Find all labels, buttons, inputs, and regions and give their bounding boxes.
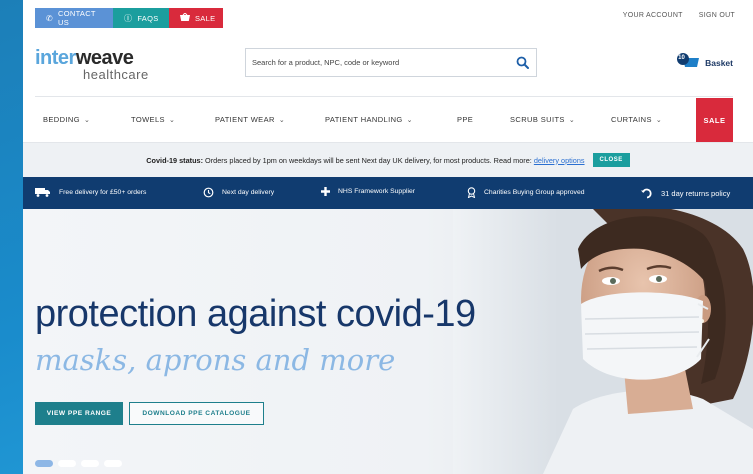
- header: interweave healthcare Search for a produ…: [23, 30, 753, 96]
- chevron-down-icon: ⌄: [83, 116, 91, 124]
- main-nav: BEDDING ⌄ TOWELS ⌄ PATIENT WEAR ⌄ PATIENT H…: [35, 96, 733, 143]
- nav-label: PATIENT WEAR: [215, 115, 275, 124]
- hero-banner: protection against covid-19 masks, apron…: [23, 209, 753, 474]
- search-input[interactable]: Search for a product, NPC, code or keywo…: [246, 58, 508, 67]
- slide-dot-4[interactable]: [104, 460, 122, 467]
- close-banner-button[interactable]: CLOSE: [592, 153, 630, 167]
- truck-icon: [35, 187, 51, 197]
- nav-item-ppe[interactable]: PPE: [457, 115, 473, 124]
- logo-subtitle: healthcare: [83, 67, 149, 82]
- hero-subtitle: masks, aprons and more: [35, 343, 396, 377]
- feature-label: 31 day returns policy: [661, 188, 731, 198]
- phone-icon: ✆: [46, 13, 54, 23]
- award-icon: [467, 187, 476, 198]
- faqs-label: FAQS: [137, 13, 159, 23]
- hero-buttons: VIEW PPE RANGE DOWNLOAD PPE CATALOGUE: [35, 402, 264, 425]
- top-utility-bar: ✆ CONTACT US ⓘ FAQS SALE YOUR ACCOUNT SI…: [23, 0, 753, 30]
- slide-dot-1[interactable]: [35, 460, 53, 467]
- feature-returns: 31 day returns policy: [641, 187, 730, 199]
- sign-out-link[interactable]: SIGN OUT: [699, 12, 735, 19]
- nav-item-patient-handling[interactable]: PATIENT HANDLING ⌄: [325, 115, 413, 124]
- nav-label: PPE: [457, 115, 474, 124]
- hero-photo-woman-mask: [453, 209, 753, 474]
- covid-message-text: Orders placed by 1pm on weekdays will be…: [203, 155, 534, 165]
- return-icon: [641, 187, 653, 199]
- features-bar: Free delivery for £50+ orders Next day d…: [23, 177, 753, 209]
- feature-label: Next day delivery: [222, 189, 275, 196]
- chevron-down-icon: ⌄: [278, 116, 286, 124]
- nav-item-scrub-suits[interactable]: SCRUB SUITS ⌄: [510, 115, 575, 124]
- chevron-down-icon: ⌄: [655, 116, 663, 124]
- logo[interactable]: interweave healthcare: [35, 48, 149, 81]
- nav-item-sale[interactable]: SALE: [696, 98, 733, 143]
- nav-label: CURTAINS: [611, 115, 652, 124]
- slide-dot-3[interactable]: [81, 460, 99, 467]
- basket-icon: [180, 12, 190, 23]
- feature-label: Charities Buying Group approved: [484, 189, 585, 196]
- feature-nhs: NHS Framework Supplier: [321, 187, 415, 196]
- nav-label: SCRUB SUITS: [510, 115, 565, 124]
- nav-item-patient-wear[interactable]: PATIENT WEAR ⌄: [215, 115, 285, 124]
- basket-icon: 10: [677, 53, 700, 72]
- nav-item-curtains[interactable]: CURTAINS ⌄: [611, 115, 662, 124]
- sale-top-button[interactable]: SALE: [169, 8, 223, 28]
- nav-label: PATIENT HANDLING: [325, 115, 403, 124]
- contact-us-button[interactable]: ✆ CONTACT US: [35, 8, 113, 28]
- search-box[interactable]: Search for a product, NPC, code or keywo…: [245, 48, 537, 77]
- nav-label: BEDDING: [43, 115, 80, 124]
- basket[interactable]: 10 Basket: [677, 53, 733, 72]
- account-links: YOUR ACCOUNT SIGN OUT: [623, 12, 735, 19]
- clock-icon: [203, 187, 214, 198]
- basket-count-badge: 10: [678, 55, 685, 61]
- download-ppe-catalogue-button[interactable]: DOWNLOAD PPE CATALOGUE: [129, 402, 264, 425]
- nav-item-towels[interactable]: TOWELS ⌄: [131, 115, 175, 124]
- logo-part1: inter: [35, 47, 76, 69]
- chevron-down-icon: ⌄: [406, 116, 413, 124]
- hero-title: protection against covid-19: [35, 293, 476, 335]
- your-account-link[interactable]: YOUR ACCOUNT: [623, 12, 683, 19]
- search-icon[interactable]: [508, 49, 536, 76]
- covid-message: Covid-19 status: Orders placed by 1pm on…: [146, 156, 584, 165]
- feature-free-delivery: Free delivery for £50+ orders: [35, 187, 146, 197]
- nav-item-bedding[interactable]: BEDDING ⌄: [43, 115, 90, 124]
- top-buttons: ✆ CONTACT US ⓘ FAQS SALE: [35, 8, 223, 28]
- contact-us-label: CONTACT US: [58, 9, 96, 27]
- faqs-button[interactable]: ⓘ FAQS: [113, 8, 169, 28]
- sale-top-label: SALE: [195, 13, 216, 23]
- chevron-down-icon: ⌄: [568, 116, 576, 124]
- slide-dot-2[interactable]: [58, 460, 76, 467]
- basket-label: Basket: [705, 57, 733, 68]
- covid-status-label: Covid-19 status:: [146, 155, 204, 165]
- logo-part2: weave: [75, 47, 134, 69]
- chevron-down-icon: ⌄: [168, 116, 176, 124]
- feature-charities: Charities Buying Group approved: [467, 187, 585, 198]
- slider-dots: [35, 460, 122, 467]
- covid-status-banner: Covid-19 status: Orders placed by 1pm on…: [23, 142, 753, 177]
- plus-icon: [321, 187, 330, 196]
- feature-label: Free delivery for £50+ orders: [59, 188, 147, 196]
- feature-next-day: Next day delivery: [203, 187, 274, 198]
- feature-label: NHS Framework Supplier: [338, 188, 416, 195]
- view-ppe-range-button[interactable]: VIEW PPE RANGE: [35, 402, 123, 425]
- delivery-options-link[interactable]: delivery options: [534, 156, 585, 165]
- info-icon: ⓘ: [124, 13, 133, 23]
- nav-label: TOWELS: [131, 115, 165, 124]
- page: ✆ CONTACT US ⓘ FAQS SALE YOUR ACCOUNT SI…: [23, 0, 753, 474]
